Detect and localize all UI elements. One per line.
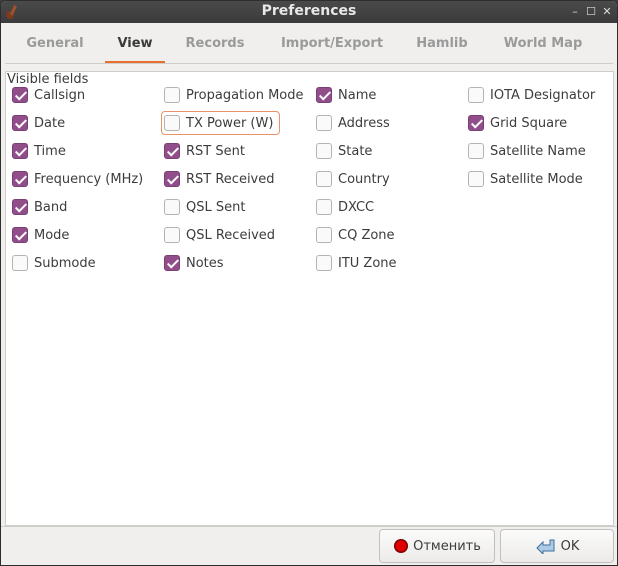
field-option[interactable]: Callsign	[12, 84, 85, 106]
field-checkbox[interactable]	[468, 87, 484, 103]
titlebar[interactable]: Preferences – ☐ ✕	[1, 1, 617, 23]
field-label: CQ Zone	[338, 227, 395, 243]
field-label: Callsign	[34, 87, 86, 103]
field-checkbox[interactable]	[316, 87, 332, 103]
tab-hamlib[interactable]: Hamlib	[405, 36, 479, 64]
field-checkbox[interactable]	[164, 143, 180, 159]
tabs-divider	[5, 63, 613, 64]
field-label: Country	[338, 171, 390, 187]
field-checkbox[interactable]	[164, 87, 180, 103]
tab-world-map[interactable]: World Map	[491, 36, 595, 64]
minimize-icon[interactable]: –	[567, 4, 583, 20]
field-checkbox[interactable]	[164, 199, 180, 215]
close-icon[interactable]: ✕	[599, 4, 615, 20]
field-label: RST Sent	[186, 143, 245, 159]
tab-view[interactable]: View	[105, 36, 165, 64]
field-option[interactable]: Grid Square	[468, 112, 567, 134]
field-checkbox[interactable]	[12, 143, 28, 159]
field-label: RST Received	[186, 171, 275, 187]
cancel-button-label: Отменить	[413, 538, 481, 554]
field-option[interactable]: ITU Zone	[316, 252, 397, 274]
field-option[interactable]: Satellite Name	[468, 140, 586, 162]
field-checkbox[interactable]	[164, 115, 180, 131]
field-label: ITU Zone	[338, 255, 397, 271]
field-label: TX Power (W)	[186, 115, 274, 131]
field-label: QSL Received	[186, 227, 276, 243]
field-checkbox[interactable]	[12, 199, 28, 215]
field-label: Grid Square	[490, 115, 568, 131]
field-option[interactable]: RST Received	[164, 168, 275, 190]
field-checkbox[interactable]	[164, 227, 180, 243]
field-label: Satellite Name	[490, 143, 586, 159]
field-checkbox[interactable]	[164, 171, 180, 187]
field-label: IOTA Designator	[490, 87, 596, 103]
field-checkbox[interactable]	[12, 87, 28, 103]
field-option[interactable]: DXCC	[316, 196, 374, 218]
tab-bar: General View Records Import/Export Hamli…	[5, 25, 613, 65]
field-checkbox[interactable]	[316, 171, 332, 187]
field-label: Frequency (MHz)	[34, 171, 144, 187]
field-checkbox[interactable]	[468, 171, 484, 187]
field-option[interactable]: Notes	[164, 252, 224, 274]
field-label: Date	[34, 115, 66, 131]
maximize-icon[interactable]: ☐	[583, 4, 599, 20]
field-option[interactable]: Address	[316, 112, 390, 134]
field-checkbox[interactable]	[12, 171, 28, 187]
field-label: Band	[34, 199, 68, 215]
ok-button[interactable]: OK	[500, 529, 614, 563]
field-label: QSL Sent	[186, 199, 246, 215]
field-option[interactable]: Time	[12, 140, 66, 162]
preferences-window: Preferences – ☐ ✕ General View Records I…	[0, 0, 618, 566]
cancel-button[interactable]: Отменить	[379, 529, 495, 563]
field-label: Time	[34, 143, 66, 159]
field-label: Satellite Mode	[490, 171, 583, 187]
ok-button-label: OK	[560, 538, 580, 554]
field-option[interactable]: State	[316, 140, 372, 162]
field-checkbox[interactable]	[316, 143, 332, 159]
field-label: Submode	[34, 255, 96, 271]
field-checkbox[interactable]	[12, 255, 28, 271]
field-checkbox[interactable]	[468, 115, 484, 131]
field-option[interactable]: CQ Zone	[316, 224, 395, 246]
footer-divider	[1, 526, 617, 527]
field-label: DXCC	[338, 199, 375, 215]
field-label: Address	[338, 115, 390, 131]
field-option[interactable]: TX Power (W)	[161, 111, 281, 135]
field-option[interactable]: Country	[316, 168, 390, 190]
visible-fields-panel: Visible fields Callsign Date Time Frequency…	[5, 71, 614, 526]
field-checkbox[interactable]	[164, 255, 180, 271]
field-option[interactable]: QSL Received	[164, 224, 275, 246]
field-option[interactable]: Frequency (MHz)	[12, 168, 143, 190]
field-label: Notes	[186, 255, 224, 271]
tab-import-export[interactable]: Import/Export	[270, 36, 394, 64]
field-option[interactable]: RST Sent	[164, 140, 245, 162]
field-label: Name	[338, 87, 377, 103]
field-label: State	[338, 143, 373, 159]
field-option[interactable]: IOTA Designator	[468, 84, 595, 106]
tab-records[interactable]: Records	[175, 36, 255, 64]
window-title: Preferences	[261, 3, 357, 19]
field-label: Mode	[34, 227, 70, 243]
field-label: Propagation Mode	[186, 87, 304, 103]
field-checkbox[interactable]	[468, 143, 484, 159]
tab-general[interactable]: General	[16, 36, 94, 64]
field-checkbox[interactable]	[316, 115, 332, 131]
field-option[interactable]: QSL Sent	[164, 196, 245, 218]
field-checkbox[interactable]	[316, 199, 332, 215]
field-option[interactable]: Satellite Mode	[468, 168, 583, 190]
field-checkbox[interactable]	[316, 227, 332, 243]
ok-arrow-icon	[535, 539, 555, 554]
cancel-icon	[394, 539, 409, 553]
field-option[interactable]: Propagation Mode	[164, 84, 304, 106]
field-option[interactable]: Submode	[12, 252, 96, 274]
field-option[interactable]: Date	[12, 112, 65, 134]
field-option[interactable]: Band	[12, 196, 67, 218]
field-option[interactable]: Mode	[12, 224, 69, 246]
field-checkbox[interactable]	[12, 227, 28, 243]
field-checkbox[interactable]	[316, 255, 332, 271]
field-option[interactable]: Name	[316, 84, 376, 106]
field-checkbox[interactable]	[12, 115, 28, 131]
